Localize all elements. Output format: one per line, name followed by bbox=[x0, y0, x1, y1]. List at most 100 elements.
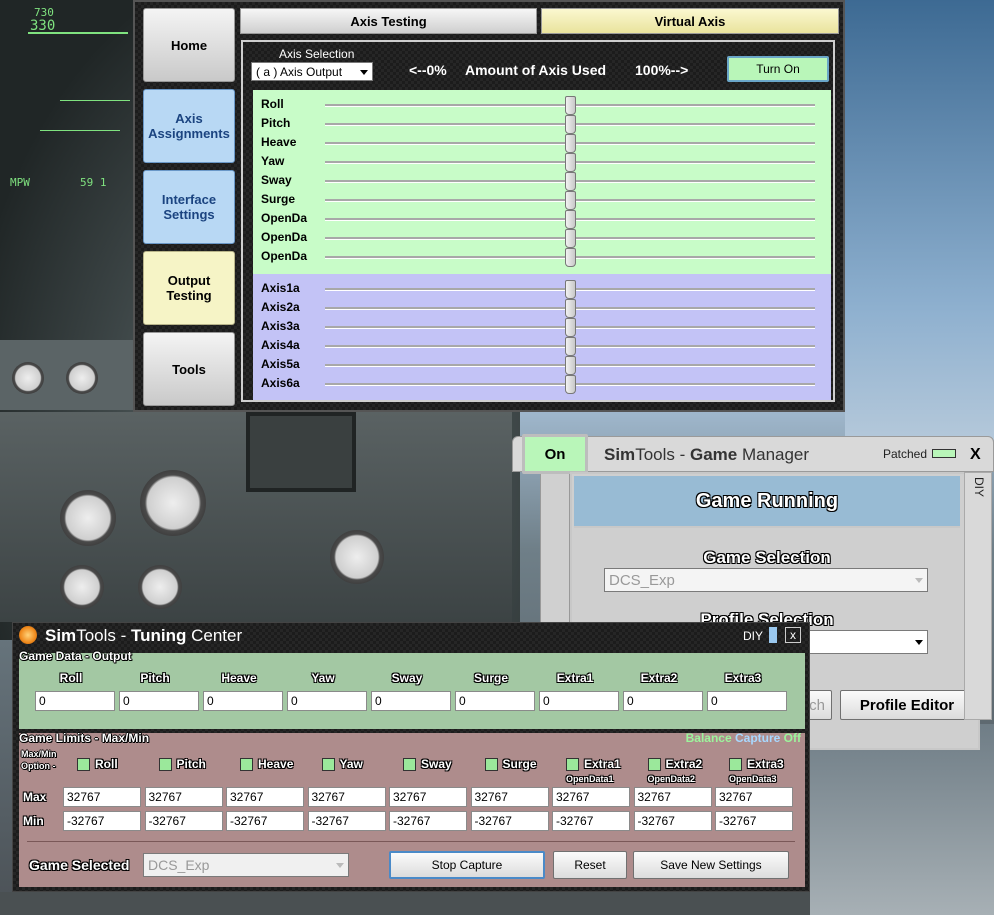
dof-slider-label: Surge bbox=[261, 192, 296, 206]
nav-home-button[interactable]: Home bbox=[143, 8, 235, 82]
dof-slider-thumb[interactable] bbox=[565, 210, 576, 229]
dof-slider-row: Sway bbox=[253, 171, 831, 191]
axis-option-checkbox[interactable] bbox=[240, 758, 253, 771]
dof-slider-track[interactable] bbox=[325, 229, 815, 248]
axis-slider-track[interactable] bbox=[325, 375, 815, 394]
dof-slider-label: OpenDa bbox=[261, 230, 308, 244]
save-new-settings-button[interactable]: Save New Settings bbox=[633, 851, 789, 879]
axis-slider-thumb[interactable] bbox=[565, 375, 576, 394]
main-panel: Home Axis Assignments Interface Settings… bbox=[133, 0, 845, 412]
axis-slider-thumb[interactable] bbox=[565, 280, 576, 299]
dof-slider-thumb[interactable] bbox=[565, 153, 576, 172]
axis-slider-track[interactable] bbox=[325, 299, 815, 318]
axis-option-label: Extra3 bbox=[747, 757, 784, 771]
diy-toggle[interactable] bbox=[769, 627, 777, 643]
output-value-field[interactable]: 0 bbox=[371, 691, 451, 711]
diy-side-tab[interactable]: DIY bbox=[964, 472, 992, 720]
tuning-center-title: SimTools - Tuning Center bbox=[45, 626, 242, 646]
tab-virtual-axis[interactable]: Virtual Axis bbox=[541, 8, 839, 34]
dof-slider-thumb[interactable] bbox=[565, 191, 576, 210]
dof-slider-thumb[interactable] bbox=[565, 248, 576, 267]
max-limit-field[interactable]: 32767 bbox=[470, 787, 549, 807]
axis-slider-track[interactable] bbox=[325, 318, 815, 337]
max-limit-field[interactable]: 32767 bbox=[144, 787, 223, 807]
output-value-field[interactable]: 0 bbox=[35, 691, 115, 711]
dof-slider-thumb[interactable] bbox=[565, 172, 576, 191]
profile-editor-button[interactable]: Profile Editor bbox=[840, 690, 974, 720]
axis-slider-thumb[interactable] bbox=[565, 299, 576, 318]
output-value-field[interactable]: 0 bbox=[539, 691, 619, 711]
output-value-field[interactable]: 0 bbox=[623, 691, 703, 711]
min-limit-field[interactable]: -32767 bbox=[226, 811, 304, 831]
nav-interface-settings-button[interactable]: Interface Settings bbox=[143, 170, 235, 244]
output-value-field[interactable]: 0 bbox=[707, 691, 787, 711]
max-limit-field[interactable]: 32767 bbox=[307, 787, 386, 807]
game-status-text: Game Running bbox=[695, 490, 839, 512]
output-value-field[interactable]: 0 bbox=[455, 691, 535, 711]
min-limit-field[interactable]: -32767 bbox=[715, 811, 793, 831]
axis-option-checkbox[interactable] bbox=[566, 758, 579, 771]
min-limit-field[interactable]: -32767 bbox=[389, 811, 467, 831]
axis-option-checkbox[interactable] bbox=[403, 758, 416, 771]
dof-slider-track[interactable] bbox=[325, 248, 815, 267]
max-limit-field[interactable]: 32767 bbox=[63, 787, 141, 807]
tab-axis-testing[interactable]: Axis Testing bbox=[240, 8, 537, 34]
axis-option-checkbox[interactable] bbox=[484, 758, 498, 771]
dof-slider-thumb[interactable] bbox=[565, 96, 576, 115]
scale-high-label: 100%--> bbox=[635, 62, 689, 78]
axis-slider-thumb[interactable] bbox=[565, 356, 576, 375]
axis-slider-thumb[interactable] bbox=[565, 318, 576, 337]
axis-option-checkbox[interactable] bbox=[647, 758, 661, 771]
game-manager-title: SimTools - Game Manager bbox=[604, 445, 809, 465]
axis-option-label: Sway bbox=[421, 757, 452, 771]
dof-slider-track[interactable] bbox=[325, 210, 815, 229]
title-tools: Tools - bbox=[635, 445, 690, 464]
dof-slider-track[interactable] bbox=[325, 96, 815, 115]
min-limit-field[interactable]: -32767 bbox=[63, 811, 141, 831]
max-limit-field[interactable]: 32767 bbox=[633, 787, 712, 807]
dof-slider-thumb[interactable] bbox=[565, 115, 576, 134]
game-selected-dropdown[interactable]: DCS_Exp bbox=[143, 853, 349, 877]
output-value-field[interactable]: 0 bbox=[203, 691, 283, 711]
axis-slider-thumb[interactable] bbox=[565, 337, 576, 356]
nav-output-testing-button[interactable]: Output Testing bbox=[143, 251, 235, 325]
close-icon[interactable]: x bbox=[785, 627, 801, 643]
axis-slider-track[interactable] bbox=[325, 280, 815, 299]
axis-selection-dropdown[interactable]: ( a ) Axis Output bbox=[251, 62, 373, 81]
dof-slider-thumb[interactable] bbox=[565, 229, 576, 248]
dof-slider-track[interactable] bbox=[325, 172, 815, 191]
min-limit-field[interactable]: -32767 bbox=[144, 811, 223, 831]
axis-option-label: Extra2 bbox=[665, 757, 703, 771]
min-limit-field[interactable]: -32767 bbox=[470, 811, 549, 831]
dof-slider-track[interactable] bbox=[325, 115, 815, 134]
axis-option-checkbox[interactable] bbox=[729, 758, 742, 771]
dof-slider-track[interactable] bbox=[325, 153, 815, 172]
axis-slider-track[interactable] bbox=[325, 356, 815, 375]
max-limit-field[interactable]: 32767 bbox=[226, 787, 304, 807]
nav-tools-button[interactable]: Tools bbox=[143, 332, 235, 406]
reset-button[interactable]: Reset bbox=[553, 851, 627, 879]
axis-slider-track[interactable] bbox=[325, 337, 815, 356]
min-limit-field[interactable]: -32767 bbox=[633, 811, 712, 831]
max-limit-field[interactable]: 32767 bbox=[389, 787, 467, 807]
axis-option-checkbox[interactable] bbox=[158, 758, 172, 771]
max-limit-field[interactable]: 32767 bbox=[715, 787, 793, 807]
nav-axis-assignments-button[interactable]: Axis Assignments bbox=[143, 89, 235, 163]
stop-capture-button[interactable]: Stop Capture bbox=[389, 851, 545, 879]
axis-option-label: Heave bbox=[258, 757, 294, 771]
axis-option-checkbox[interactable] bbox=[321, 758, 335, 771]
output-value-field[interactable]: 0 bbox=[287, 691, 367, 711]
axis-option-checkbox[interactable] bbox=[77, 758, 90, 771]
game-selection-dropdown[interactable]: DCS_Exp bbox=[604, 568, 928, 592]
power-on-button[interactable]: On bbox=[522, 434, 588, 474]
max-limit-field[interactable]: 32767 bbox=[552, 787, 630, 807]
output-value-field[interactable]: 0 bbox=[119, 691, 199, 711]
dof-slider-thumb[interactable] bbox=[565, 134, 576, 153]
close-icon[interactable]: X bbox=[970, 446, 981, 464]
dof-slider-track[interactable] bbox=[325, 191, 815, 210]
axis-slider-row: Axis5a bbox=[253, 355, 831, 375]
turn-on-button[interactable]: Turn On bbox=[727, 56, 829, 82]
min-limit-field[interactable]: -32767 bbox=[307, 811, 386, 831]
min-limit-field[interactable]: -32767 bbox=[552, 811, 630, 831]
dof-slider-track[interactable] bbox=[325, 134, 815, 153]
